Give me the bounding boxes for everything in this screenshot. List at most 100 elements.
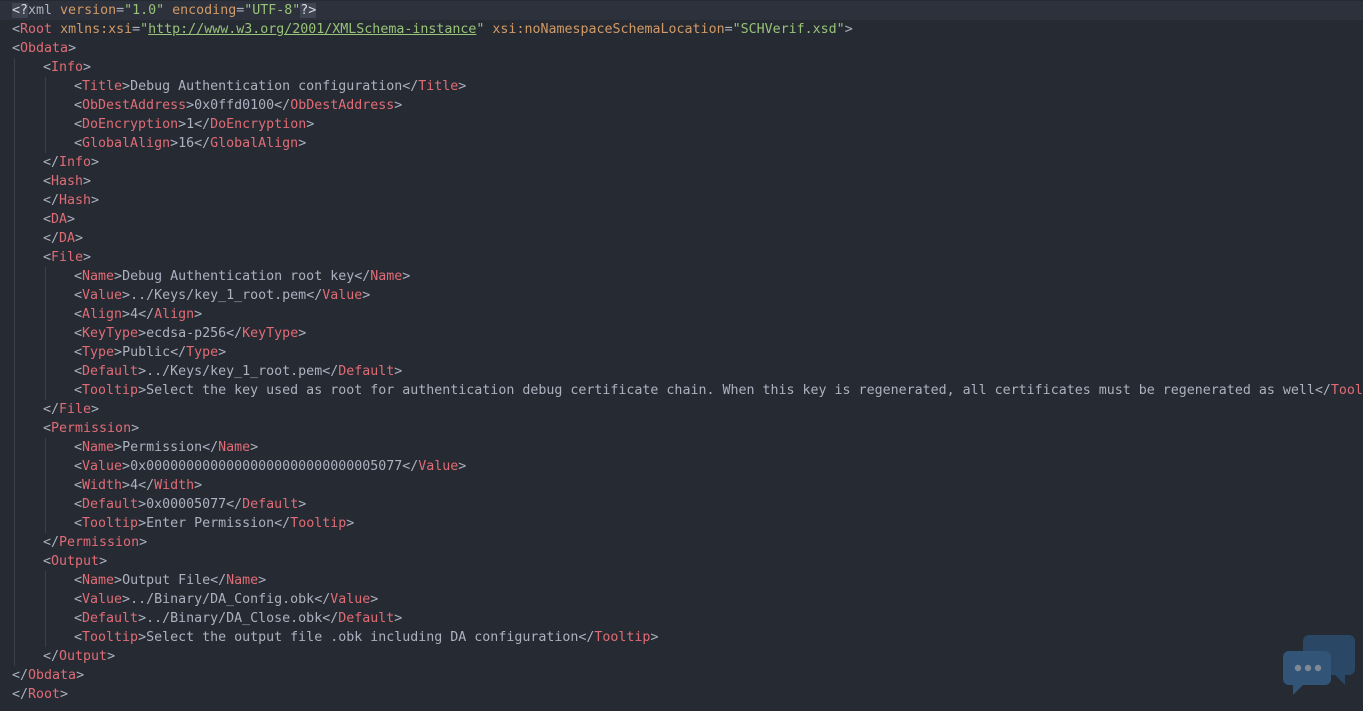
code-line: <Tooltip>Enter Permission</Tooltip> [0,514,1363,533]
code-token: > [122,288,131,303]
code-token: > [91,193,100,208]
code-token: 4 [130,478,139,493]
code-token: File [51,250,84,265]
code-token: </ [322,611,339,626]
code-line: <Name>Output File</Name> [0,571,1363,590]
code-line: <DoEncryption>1</DoEncryption> [0,115,1363,134]
code-token: ?> [300,3,317,18]
code-token: > [76,668,85,683]
indent-guide [14,647,15,666]
indent-guide [14,210,15,229]
indent-guide [14,438,15,457]
code-token: > [170,136,179,151]
code-token: Hash [59,193,92,208]
code-token: > [178,117,187,132]
code-token: < [43,60,52,75]
code-token: </ [306,288,323,303]
code-token: </ [274,98,291,113]
code-line: <DA> [0,210,1363,229]
code-token: Tooltip [82,383,139,398]
code-line: <Type>Public</Type> [0,343,1363,362]
code-token: </ [402,459,419,474]
code-token: Permission [122,440,203,455]
code-token: Value [82,288,123,303]
code-token: </ [1314,383,1331,398]
code-line: <?xml version="1.0" encoding="UTF-8"?> [0,1,1363,20]
code-token: </ [138,307,155,322]
code-token: > [458,459,467,474]
indent-guide [45,115,46,134]
code-token: Tooltip [594,630,651,645]
code-token: > [91,155,100,170]
code-token: Title [418,79,459,94]
code-token: Debug Authentication root key [122,269,355,284]
code-token: > [114,345,123,360]
indent-guide [45,476,46,495]
code-token: > [138,326,147,341]
code-token: > [650,630,659,645]
code-token: DA [51,212,68,227]
code-token: </ [138,478,155,493]
code-line: <Name>Permission</Name> [0,438,1363,457]
code-token: Output File [122,573,211,588]
code-line: </Obdata> [0,666,1363,685]
indent-guide [14,590,15,609]
code-token: < [74,364,83,379]
code-token: </ [43,155,60,170]
indent-guide [45,438,46,457]
code-token: > [402,269,411,284]
code-token: xsi:noNamespaceSchemaLocation [492,22,725,37]
code-token: > [258,573,267,588]
code-line: <Default>../Binary/DA_Close.obk</Default… [0,609,1363,628]
indent-guide [14,115,15,134]
code-token: > [131,421,140,436]
code-token: </ [226,326,243,341]
code-token: DoEncryption [82,117,179,132]
code-token: > [138,383,147,398]
code-token: Default [338,611,395,626]
code-line: <Permission> [0,419,1363,438]
code-token: > [68,41,77,56]
code-line: <Value>../Binary/DA_Config.obk</Value> [0,590,1363,609]
chat-bubbles-icon [1283,635,1355,695]
code-token: Name [82,440,115,455]
code-token: Value [82,459,123,474]
code-token: < [74,345,83,360]
indent-guide [14,286,15,305]
code-token: xmlns:xsi [60,22,133,37]
indent-guide [45,286,46,305]
indent-guide [14,628,15,647]
code-token[interactable]: http://www.w3.org/2001/XMLSchema-instanc… [148,22,476,37]
code-line: </File> [0,400,1363,419]
code-token: < [74,611,83,626]
code-token: > [298,326,307,341]
code-line: </Hash> [0,191,1363,210]
code-token: 0x00005077 [146,497,227,512]
code-token: > [67,212,76,227]
indent-guide [45,77,46,96]
code-token: > [122,478,131,493]
code-token: ../Keys/key_1_root.pem [146,364,323,379]
code-editor[interactable]: <?xml version="1.0" encoding="UTF-8"?> <R… [0,0,1363,711]
code-token: > [122,79,131,94]
indent-guide [14,134,15,153]
code-token: > [458,79,467,94]
code-token: Tooltip [82,516,139,531]
code-token: 4 [130,307,139,322]
code-token: Width [154,478,195,493]
code-token: > [370,592,379,607]
code-token: Obdata [20,41,69,56]
code-token: < [74,478,83,493]
code-token: </ [170,345,187,360]
code-token: 0x0ffd0100 [194,98,275,113]
code-token: < [74,630,83,645]
code-token: Enter Permission [146,516,275,531]
code-line: <Tooltip>Select the output file .obk inc… [0,628,1363,647]
code-token: Info [59,155,92,170]
code-token: > [362,288,371,303]
indent-guide [14,191,15,210]
code-token: <? [12,3,29,18]
code-line: <Hash> [0,172,1363,191]
code-token: < [74,326,83,341]
